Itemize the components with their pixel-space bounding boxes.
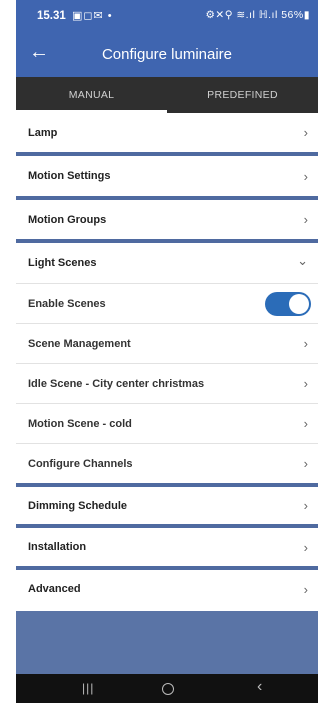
row-scene-management-label: Scene Management	[28, 337, 131, 350]
row-motion-groups-label: Motion Groups	[28, 213, 107, 226]
row-scene-management[interactable]: Scene Management ›	[16, 324, 318, 363]
row-configure-channels-label: Configure Channels	[28, 457, 133, 470]
phone-screen: 15.31 ▣◻✉ • ⚙✕⚲ ≋.ıl ℍ.ıl 56%▮ ← Configu…	[16, 0, 318, 703]
settings-list: Lamp › Motion Settings › Motion Groups ›…	[16, 113, 318, 611]
row-light-scenes-label: Light Scenes	[28, 257, 97, 269]
row-configure-channels[interactable]: Configure Channels ›	[16, 444, 318, 483]
row-lamp[interactable]: Lamp ›	[16, 113, 318, 152]
row-motion-scene[interactable]: Motion Scene - cold ›	[16, 404, 318, 443]
row-advanced[interactable]: Advanced ›	[16, 570, 318, 608]
enable-scenes-toggle[interactable]	[265, 291, 311, 316]
chevron-right-icon: ›	[303, 336, 308, 351]
row-enable-scenes-label: Enable Scenes	[28, 297, 106, 310]
notification-icons: ▣◻✉ •	[72, 10, 113, 22]
status-time: 15.31	[37, 10, 66, 22]
row-enable-scenes: Enable Scenes	[16, 284, 318, 323]
row-advanced-label: Advanced	[28, 583, 81, 595]
row-motion-groups[interactable]: Motion Groups ›	[16, 200, 318, 239]
back-icon[interactable]: ‹	[257, 678, 262, 696]
recents-icon[interactable]: |||	[82, 681, 94, 695]
chevron-right-icon: ›	[303, 376, 308, 391]
row-motion-settings[interactable]: Motion Settings ›	[16, 156, 318, 196]
toggle-knob	[289, 293, 309, 314]
row-dimming-schedule[interactable]: Dimming Schedule ›	[16, 487, 318, 524]
row-motion-settings-label: Motion Settings	[28, 170, 111, 182]
tab-predefined[interactable]: PREDEFINED	[167, 77, 318, 113]
row-idle-scene-label: Idle Scene - City center christmas	[28, 377, 205, 390]
system-status-icons: ⚙✕⚲ ≋.ıl ℍ.ıl 56%▮	[205, 9, 310, 21]
chevron-right-icon: ›	[303, 581, 308, 597]
status-bar: 15.31 ▣◻✉ • ⚙✕⚲ ≋.ıl ℍ.ıl 56%▮	[16, 0, 318, 33]
home-icon[interactable]	[162, 683, 174, 695]
chevron-right-icon: ›	[303, 456, 308, 471]
row-installation[interactable]: Installation ›	[16, 528, 318, 566]
chevron-down-icon: ⌄	[297, 253, 308, 268]
row-dimming-schedule-label: Dimming Schedule	[28, 499, 128, 512]
row-light-scenes[interactable]: Light Scenes ⌄	[16, 243, 318, 283]
row-motion-scene-label: Motion Scene - cold	[28, 417, 132, 430]
row-idle-scene[interactable]: Idle Scene - City center christmas ›	[16, 364, 318, 403]
chevron-right-icon: ›	[303, 168, 308, 184]
row-installation-label: Installation	[28, 541, 87, 553]
system-nav-bar: ||| ‹	[16, 674, 318, 703]
row-lamp-label: Lamp	[28, 126, 58, 139]
app-bar: ← Configure luminaire	[16, 33, 318, 77]
page-title: Configure luminaire	[101, 46, 233, 63]
chevron-right-icon: ›	[303, 125, 308, 140]
chevron-right-icon: ›	[303, 498, 308, 513]
tab-bar: MANUAL PREDEFINED	[16, 77, 318, 113]
tab-manual[interactable]: MANUAL	[16, 77, 167, 113]
chevron-right-icon: ›	[303, 212, 308, 227]
chevron-right-icon: ›	[303, 416, 308, 431]
chevron-right-icon: ›	[303, 539, 308, 555]
